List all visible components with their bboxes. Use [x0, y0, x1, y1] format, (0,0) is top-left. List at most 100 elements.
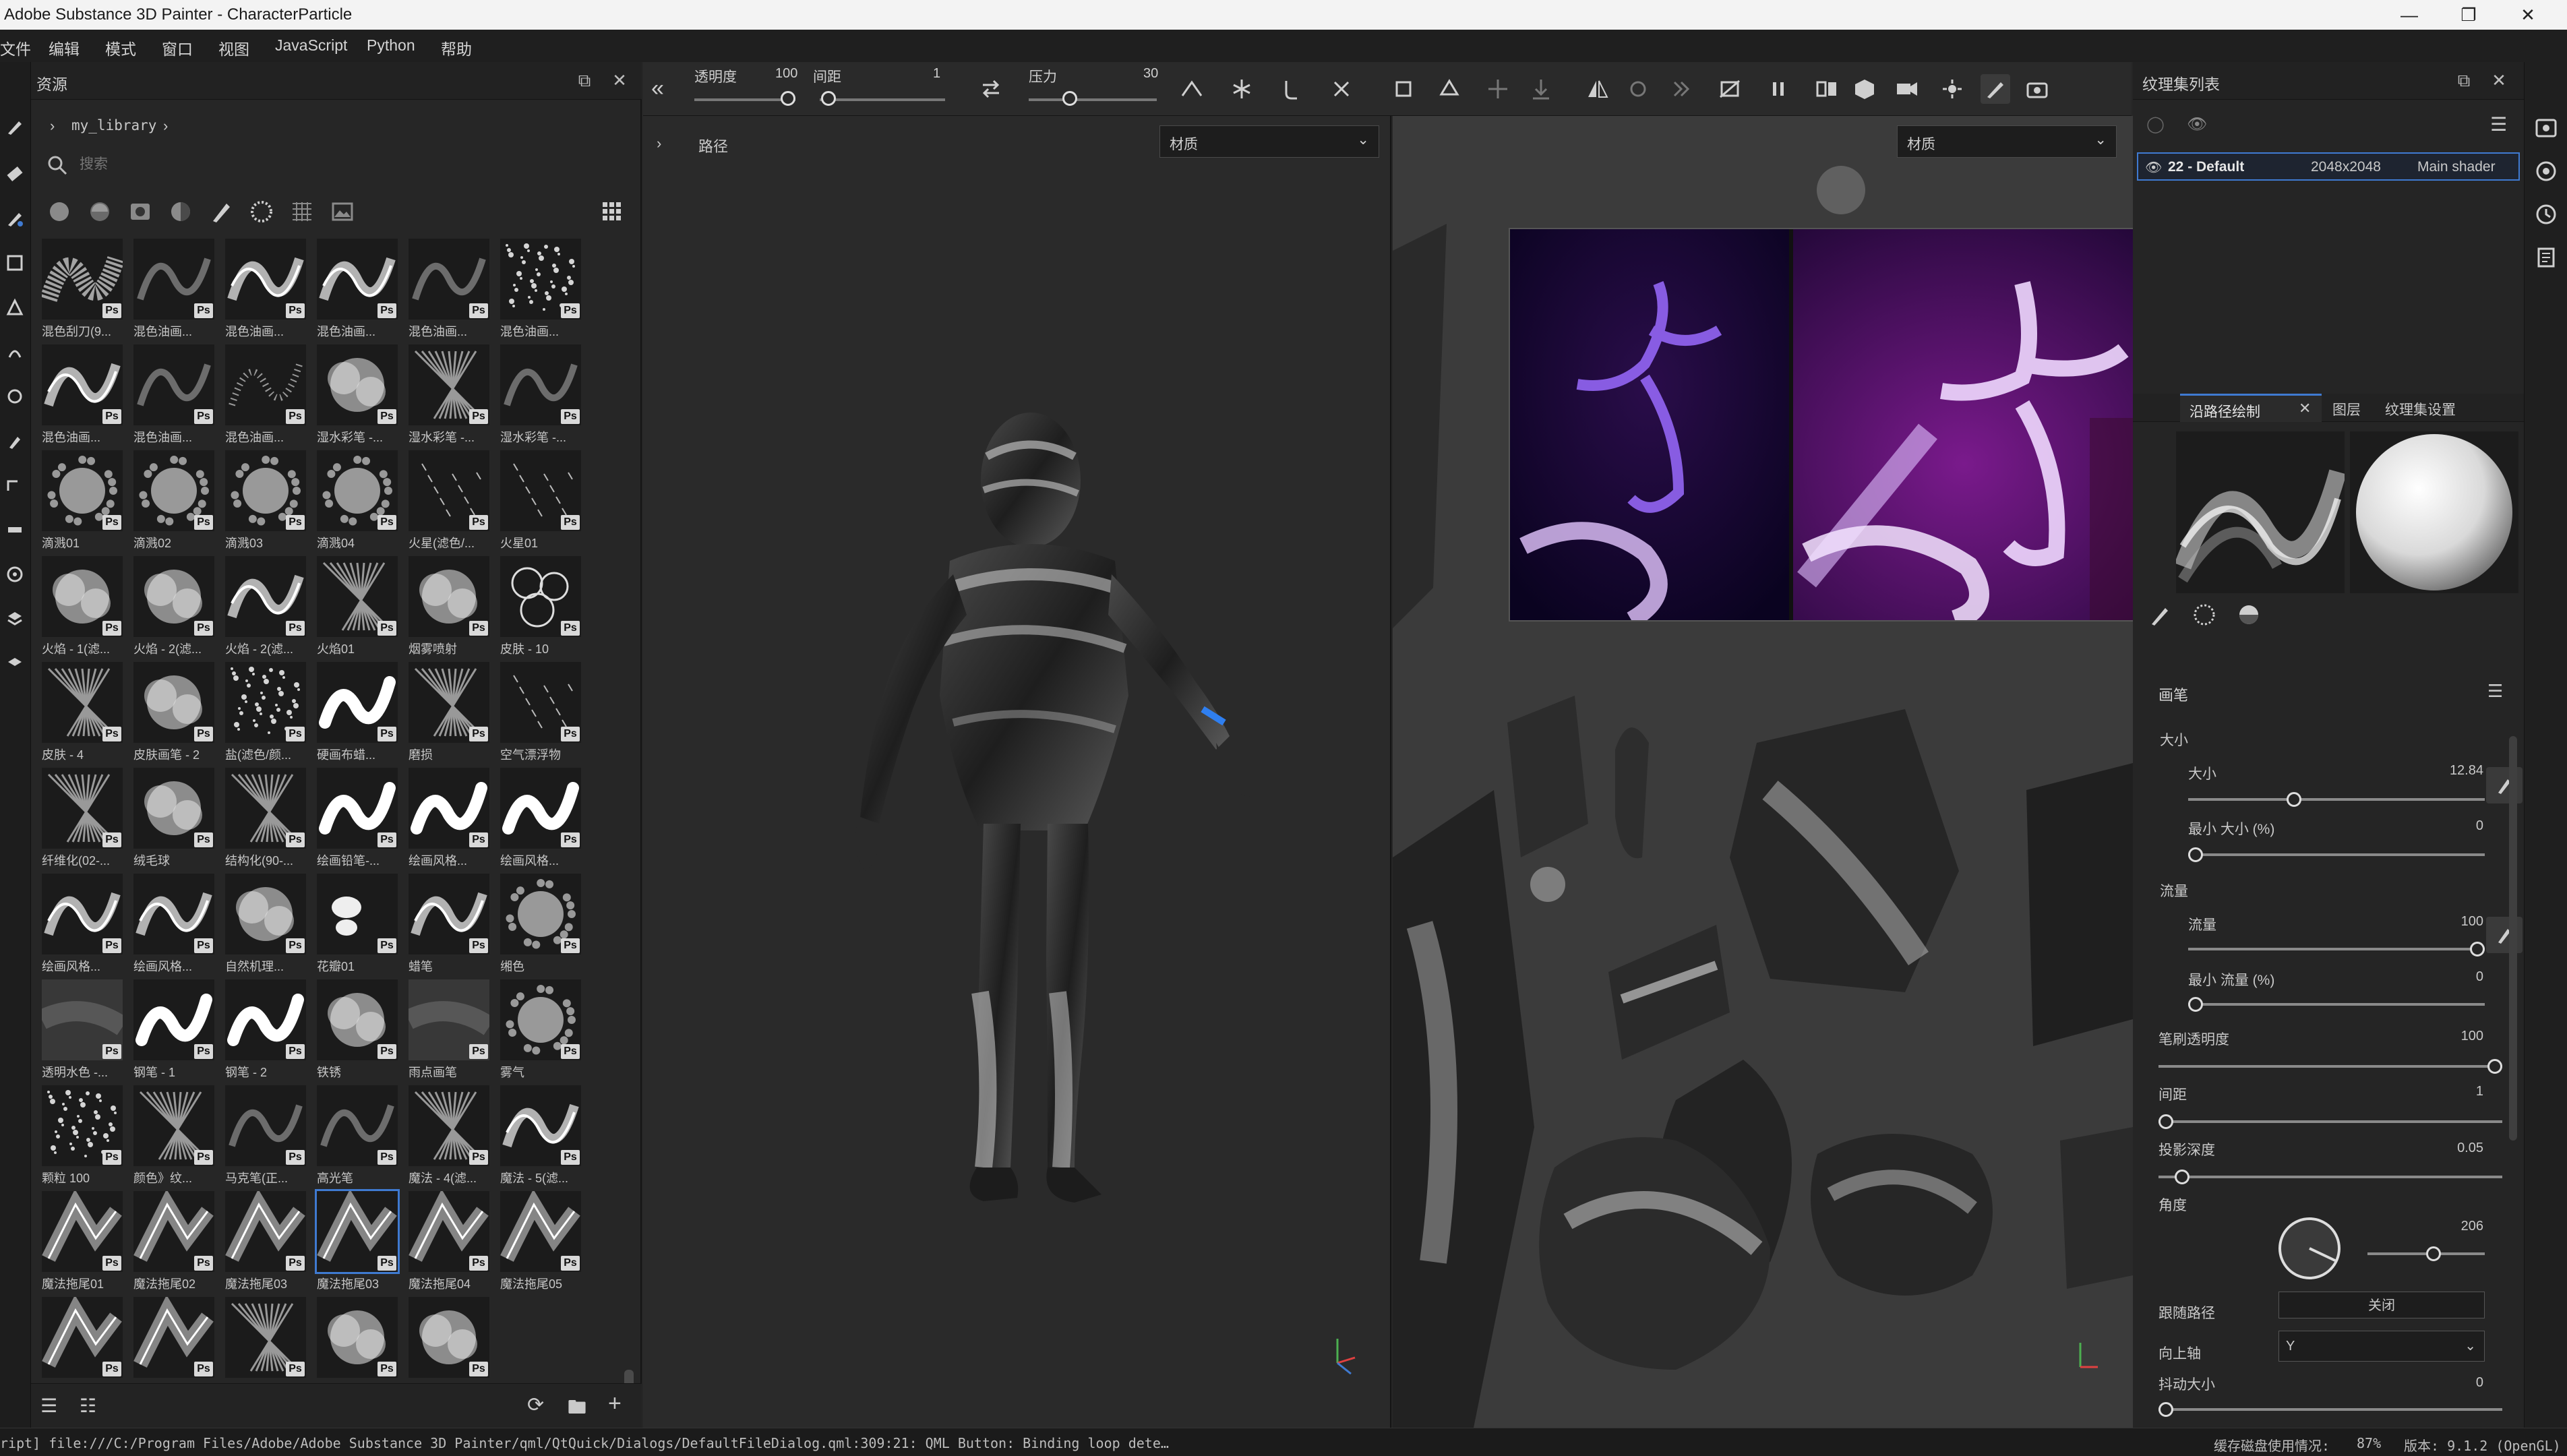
asset-item[interactable]: Ps 花瓣01 — [313, 874, 400, 979]
opacity-slider-knob[interactable] — [781, 91, 795, 106]
menu-edit[interactable]: 编辑 — [49, 36, 80, 59]
min-size-slider-knob[interactable] — [2188, 847, 2203, 862]
jitter-size-slider[interactable] — [2158, 1402, 2502, 1417]
eraser-icon[interactable] — [4, 163, 26, 185]
asset-item[interactable]: Ps 混色油画... — [38, 344, 125, 450]
asset-item[interactable]: Ps 结构化(90-... — [221, 768, 309, 873]
asset-item[interactable]: Ps 混色油画... — [496, 239, 584, 344]
asset-item[interactable]: Ps 透明水色 -... — [38, 979, 125, 1085]
cube-icon[interactable] — [1850, 74, 1879, 104]
mirror-icon[interactable] — [1583, 74, 1612, 104]
paint-brush-icon[interactable] — [4, 116, 26, 138]
flow-slider[interactable] — [2188, 942, 2485, 957]
flow-value[interactable]: 100 — [2389, 914, 2483, 930]
minimize-icon[interactable]: — — [2380, 0, 2439, 30]
pressure-slider-knob[interactable] — [1062, 91, 1077, 106]
asset-item[interactable]: Ps 混色油画... — [404, 239, 492, 344]
spacing-slider-knob[interactable] — [821, 91, 836, 106]
asset-item[interactable]: Ps 蜡笔 — [404, 874, 492, 979]
clone-icon[interactable] — [4, 386, 26, 407]
projection-icon[interactable] — [4, 208, 26, 229]
close-panel-icon[interactable]: ✕ — [609, 70, 630, 90]
alpha-property-icon[interactable] — [2191, 601, 2218, 628]
chevron-right-icon[interactable]: › — [50, 117, 55, 135]
eye-icon[interactable]: 👁 — [2187, 115, 2207, 134]
grid-texture-filter-icon[interactable] — [287, 197, 317, 226]
hide-icon[interactable]: ◯ — [2146, 115, 2165, 134]
screenshot-camera-icon[interactable] — [2022, 74, 2052, 104]
split-view-icon[interactable] — [1812, 74, 1842, 104]
asset-item[interactable]: Ps 马克笔(正... — [221, 1085, 309, 1190]
flow-slider-knob[interactable] — [2470, 942, 2485, 957]
projection-depth-slider-knob[interactable] — [2175, 1170, 2190, 1184]
up-axis-dropdown[interactable]: Y ⌄ — [2278, 1331, 2485, 1362]
maximize-icon[interactable]: ❐ — [2439, 0, 2498, 30]
opacity-slider[interactable] — [694, 91, 795, 106]
grid-view-icon[interactable] — [597, 197, 627, 226]
asset-item[interactable]: Ps 滴溅01 — [38, 450, 125, 555]
lazy-mouse-icon[interactable] — [1277, 74, 1306, 104]
projection-depth-slider[interactable] — [2158, 1170, 2502, 1184]
log-icon[interactable] — [2534, 245, 2558, 270]
breadcrumb-library[interactable]: my_library — [71, 117, 156, 133]
close-icon[interactable]: ✕ — [2498, 0, 2558, 30]
close-tab-icon[interactable]: ✕ — [2299, 400, 2311, 417]
asset-item[interactable]: Ps 颗粒 100 — [38, 1085, 125, 1190]
stroke-opacity-slider[interactable] — [2158, 1059, 2502, 1074]
properties-scrollbar[interactable] — [2509, 736, 2517, 1141]
material-filter-icon[interactable] — [44, 197, 74, 226]
alpha-filter-icon[interactable] — [247, 197, 276, 226]
polygon-fill-icon[interactable] — [4, 297, 26, 318]
projection-depth-value[interactable]: 0.05 — [2389, 1141, 2483, 1156]
asset-item[interactable]: Ps 火焰 - 2(滤... — [221, 556, 309, 661]
min-flow-slider-knob[interactable] — [2188, 997, 2203, 1012]
angle-slider[interactable] — [2367, 1246, 2485, 1261]
more-icon[interactable] — [1666, 74, 1696, 104]
asset-item[interactable]: Ps 火星(滤色/... — [404, 450, 492, 555]
search-input[interactable] — [78, 152, 617, 177]
asset-item[interactable]: Ps 绘画铅笔-... — [313, 768, 400, 873]
close-panel-icon[interactable]: ✕ — [2489, 70, 2509, 90]
bake-icon[interactable] — [4, 608, 26, 630]
asset-item[interactable]: Ps 高光笔 — [313, 1085, 400, 1190]
asset-item[interactable]: Ps 雨点画笔 — [404, 979, 492, 1085]
menu-mode[interactable]: 模式 — [105, 36, 136, 59]
asset-item[interactable]: Ps 纤维化(02-... — [38, 768, 125, 873]
color-picker-icon[interactable] — [4, 430, 26, 452]
environment-filter-icon[interactable] — [328, 197, 357, 226]
min-size-slider[interactable] — [2188, 847, 2485, 862]
asset-item[interactable]: Ps 魔法拖尾04 — [404, 1191, 492, 1296]
asset-item[interactable]: Ps 钢笔 - 2 — [221, 979, 309, 1085]
asset-item[interactable]: Ps 硬画布蜡... — [313, 662, 400, 767]
tab-paint-along-path[interactable]: 沿路径绘制 ✕ — [2180, 394, 2322, 422]
asset-item[interactable]: Ps 皮肤画笔 - 2 — [129, 662, 217, 767]
chevron-right-icon[interactable]: › — [163, 117, 168, 135]
asset-item[interactable]: Ps 钢笔 - 1 — [129, 979, 217, 1085]
size-value[interactable]: 12.84 — [2389, 763, 2483, 779]
asset-item[interactable]: Ps 混色油画... — [221, 344, 309, 450]
display-settings-icon[interactable] — [2534, 159, 2558, 183]
asset-item[interactable]: Ps 魔法 - 5(滤... — [496, 1085, 584, 1190]
stroke-opacity-slider-knob[interactable] — [2487, 1059, 2502, 1074]
asset-item[interactable]: Ps 雾气 — [496, 979, 584, 1085]
filter-type-icon[interactable] — [166, 197, 195, 226]
spacing-slider-knob[interactable] — [2158, 1114, 2173, 1129]
material-property-icon[interactable] — [2235, 601, 2262, 628]
asset-item[interactable]: Ps 火星01 — [496, 450, 584, 555]
menu-python[interactable]: Python — [367, 36, 415, 55]
smudge-icon[interactable] — [4, 341, 26, 363]
brush-property-icon[interactable] — [2146, 601, 2173, 628]
asset-item[interactable]: Ps 混色刮刀(9... — [38, 239, 125, 344]
menu-icon[interactable]: ☰ — [2490, 113, 2507, 135]
viewport-2d[interactable]: 材质 ⌄ — [1393, 116, 2222, 1428]
presets-icon[interactable]: ☰ — [2487, 681, 2503, 702]
geometry-mask-icon[interactable] — [4, 252, 26, 274]
smart-mask-filter-icon[interactable] — [125, 197, 155, 226]
transform-icon[interactable] — [1389, 74, 1418, 104]
asset-item[interactable]: Ps 磨损 — [404, 662, 492, 767]
menu-javascript[interactable]: JavaScript — [275, 36, 347, 55]
min-flow-value[interactable]: 0 — [2389, 969, 2483, 985]
smart-material-filter-icon[interactable] — [85, 197, 115, 226]
pressure-slider[interactable] — [1029, 91, 1157, 106]
spacing-slider[interactable] — [820, 91, 945, 106]
